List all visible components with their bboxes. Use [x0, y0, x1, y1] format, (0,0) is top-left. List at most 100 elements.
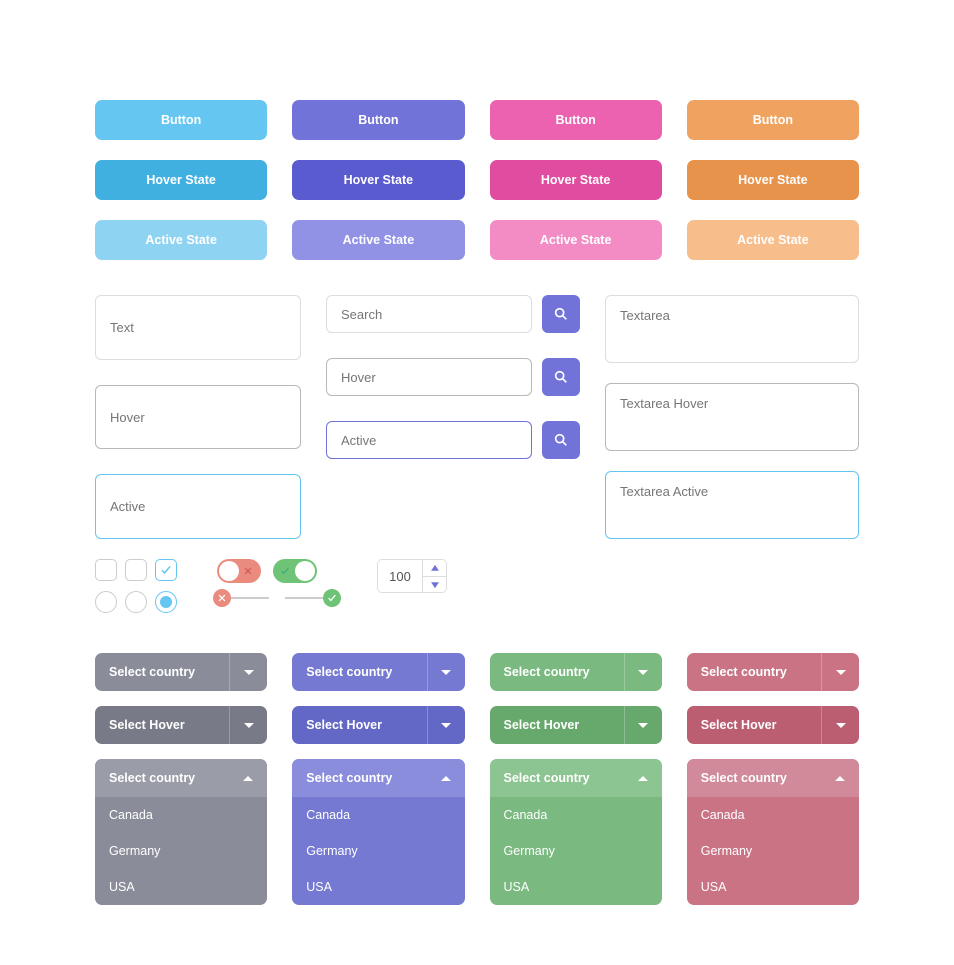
button-purple[interactable]: Button [292, 100, 464, 140]
check-icon [160, 564, 172, 576]
slider-handle[interactable] [213, 589, 231, 607]
caret-up-icon [431, 564, 439, 572]
caret-down-icon [244, 723, 254, 728]
select-option[interactable]: USA [490, 869, 662, 905]
caret-down-icon [441, 723, 451, 728]
button-blue[interactable]: Button [95, 100, 267, 140]
slider-handle[interactable] [323, 589, 341, 607]
select-gray-open[interactable]: Select country Canada Germany USA [95, 759, 267, 905]
select-option[interactable]: Canada [292, 797, 464, 833]
select-option[interactable]: USA [687, 869, 859, 905]
check-icon [327, 593, 337, 603]
search-button-hover[interactable] [542, 358, 580, 396]
button-pink-hover[interactable]: Hover State [490, 160, 662, 200]
checkbox-unchecked-1[interactable] [95, 559, 117, 581]
select-purple-hover[interactable]: Select Hover [292, 706, 464, 744]
text-input[interactable] [95, 295, 301, 360]
stepper-up-button[interactable] [423, 560, 446, 577]
select-label: Select Hover [687, 718, 821, 732]
select-gray-hover[interactable]: Select Hover [95, 706, 267, 744]
search-input-hover[interactable] [326, 358, 532, 396]
caret-down-icon [638, 670, 648, 675]
caret-up-icon [243, 776, 253, 781]
select-option[interactable]: Canada [95, 797, 267, 833]
search-button[interactable] [542, 295, 580, 333]
select-label: Select Hover [95, 718, 229, 732]
radio-off-1[interactable] [95, 591, 117, 613]
select-label: Select country [490, 665, 624, 679]
select-option[interactable]: Canada [490, 797, 662, 833]
slider-negative[interactable] [217, 597, 269, 599]
select-label: Select country [306, 771, 392, 785]
search-button-active[interactable] [542, 421, 580, 459]
select-rose[interactable]: Select country [687, 653, 859, 691]
textarea-hover[interactable] [605, 383, 859, 451]
button-pink[interactable]: Button [490, 100, 662, 140]
toggle-knob [295, 561, 315, 581]
select-green-open[interactable]: Select country Canada Germany USA [490, 759, 662, 905]
caret-down-icon [638, 723, 648, 728]
textarea-active[interactable] [605, 471, 859, 539]
button-orange-hover[interactable]: Hover State [687, 160, 859, 200]
search-input[interactable] [326, 295, 532, 333]
textarea[interactable] [605, 295, 859, 363]
button-purple-hover[interactable]: Hover State [292, 160, 464, 200]
button-blue-hover[interactable]: Hover State [95, 160, 267, 200]
select-gray[interactable]: Select country [95, 653, 267, 691]
select-label: Select country [292, 665, 426, 679]
caret-up-icon [638, 776, 648, 781]
stepper-down-button[interactable] [423, 577, 446, 593]
toggle-on[interactable] [273, 559, 317, 583]
select-rose-open[interactable]: Select country Canada Germany USA [687, 759, 859, 905]
select-option[interactable]: Germany [490, 833, 662, 869]
caret-up-icon [441, 776, 451, 781]
x-icon [243, 566, 253, 576]
select-green[interactable]: Select country [490, 653, 662, 691]
button-orange[interactable]: Button [687, 100, 859, 140]
select-rose-hover[interactable]: Select Hover [687, 706, 859, 744]
select-label: Select country [95, 665, 229, 679]
select-green-hover[interactable]: Select Hover [490, 706, 662, 744]
checkbox-unchecked-2[interactable] [125, 559, 147, 581]
caret-down-icon [244, 670, 254, 675]
select-option[interactable]: Germany [95, 833, 267, 869]
checkbox-checked[interactable] [155, 559, 177, 581]
check-icon [280, 566, 290, 576]
select-option[interactable]: Germany [687, 833, 859, 869]
select-label: Select country [504, 771, 590, 785]
select-label: Select country [687, 665, 821, 679]
search-icon [553, 306, 569, 322]
select-option[interactable]: USA [292, 869, 464, 905]
radio-on[interactable] [155, 591, 177, 613]
radio-dot [160, 596, 172, 608]
search-icon [553, 369, 569, 385]
button-pink-active[interactable]: Active State [490, 220, 662, 260]
toggle-knob [219, 561, 239, 581]
text-input-hover[interactable] [95, 385, 301, 450]
radio-off-2[interactable] [125, 591, 147, 613]
toggle-off[interactable] [217, 559, 261, 583]
button-purple-active[interactable]: Active State [292, 220, 464, 260]
caret-down-icon [441, 670, 451, 675]
stepper-input[interactable] [378, 560, 422, 592]
select-purple[interactable]: Select country [292, 653, 464, 691]
select-purple-open[interactable]: Select country Canada Germany USA [292, 759, 464, 905]
caret-up-icon [835, 776, 845, 781]
text-input-active[interactable] [95, 474, 301, 539]
caret-down-icon [431, 581, 439, 589]
button-orange-active[interactable]: Active State [687, 220, 859, 260]
search-icon [553, 432, 569, 448]
select-option[interactable]: Germany [292, 833, 464, 869]
select-label: Select Hover [292, 718, 426, 732]
caret-down-icon [836, 723, 846, 728]
x-icon [217, 593, 227, 603]
caret-down-icon [836, 670, 846, 675]
slider-positive[interactable] [285, 597, 337, 599]
select-option[interactable]: USA [95, 869, 267, 905]
number-stepper[interactable] [377, 559, 447, 593]
select-label: Select country [109, 771, 195, 785]
search-input-active[interactable] [326, 421, 532, 459]
select-label: Select country [701, 771, 787, 785]
select-option[interactable]: Canada [687, 797, 859, 833]
button-blue-active[interactable]: Active State [95, 220, 267, 260]
